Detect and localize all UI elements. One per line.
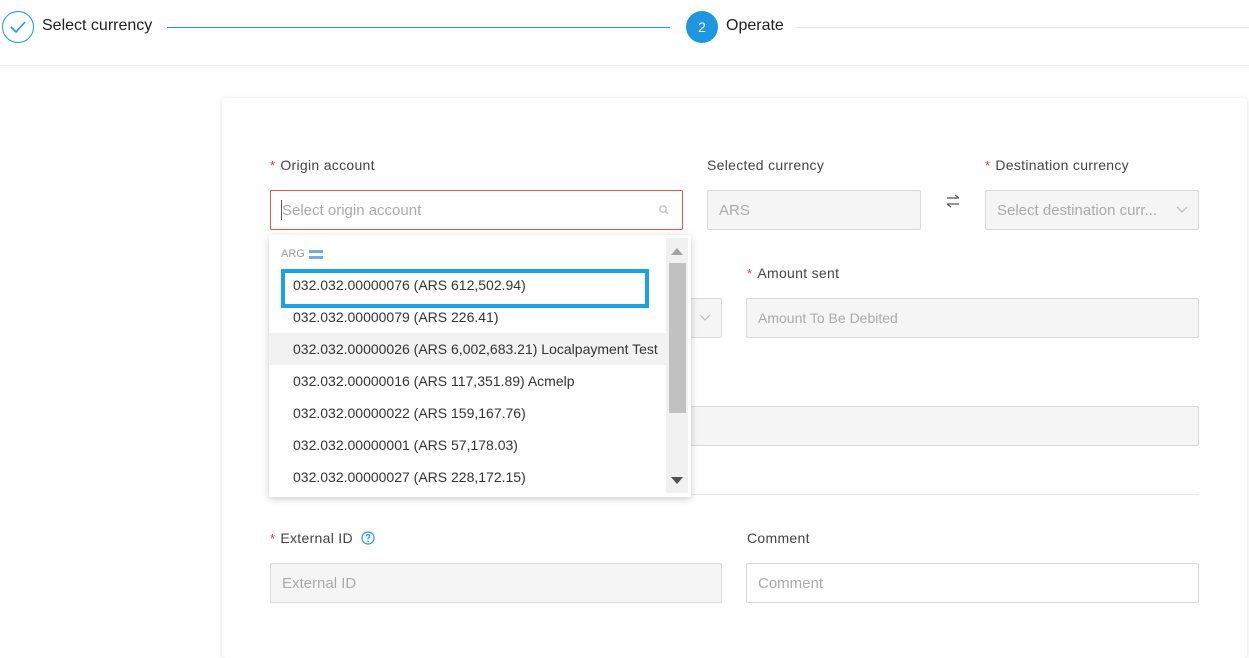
amount-sent-placeholder: Amount To Be Debited — [758, 310, 898, 326]
selected-currency-value: ARS — [719, 201, 750, 219]
dropdown-option[interactable]: 032.032.00000001 (ARS 57,178.03) — [269, 429, 666, 461]
required-mark: * — [747, 266, 753, 281]
origin-account-label-text: Origin account — [280, 157, 375, 173]
amount-sent-input[interactable]: Amount To Be Debited — [746, 298, 1199, 338]
selected-currency-field: ARS — [707, 190, 921, 230]
argentina-flag-icon — [308, 249, 323, 259]
step-select-currency-label[interactable]: Select currency — [42, 17, 152, 35]
dropdown-option-text: 032.032.00000022 (ARS 159,167.76) — [293, 405, 526, 421]
group-label: ARG — [281, 248, 323, 260]
dropdown-option[interactable]: 032.032.00000079 (ARS 226.41) — [269, 301, 666, 333]
step-trailing-line — [797, 27, 1249, 28]
external-id-placeholder: External ID — [282, 574, 357, 592]
dropdown-scrollbar[interactable] — [666, 238, 688, 493]
destination-currency-label-text: Destination currency — [995, 157, 1129, 173]
scroll-down-arrow-icon[interactable] — [671, 477, 683, 484]
text-cursor — [281, 200, 282, 220]
destination-currency-placeholder: Select destination curr... — [997, 201, 1158, 219]
required-mark: * — [270, 531, 276, 546]
help-icon[interactable] — [361, 531, 375, 545]
destination-currency-select[interactable]: Select destination curr... — [985, 190, 1199, 230]
selected-currency-label: Selected currency — [707, 157, 825, 173]
stepper: Select currency 2 Operate — [0, 0, 1249, 66]
dropdown-option-text: 032.032.00000027 (ARS 228,172.15) — [293, 469, 526, 485]
required-mark: * — [270, 158, 276, 173]
dropdown-option-text: 032.032.00000016 (ARS 117,351.89) Acmelp — [293, 373, 575, 389]
origin-account-placeholder: Select origin account — [282, 201, 422, 219]
comment-label: Comment — [747, 530, 810, 546]
origin-account-dropdown: ARG 032.032.00000076 (ARS 612,502.94) 03… — [269, 235, 691, 497]
search-icon — [659, 205, 669, 215]
dropdown-option-text: 032.032.00000076 (ARS 612,502.94) — [293, 277, 526, 293]
step-connector-line — [167, 27, 670, 28]
dropdown-option[interactable]: 032.032.00000076 (ARS 612,502.94) — [269, 269, 666, 308]
partially-hidden-input[interactable] — [670, 406, 1199, 446]
external-id-input[interactable]: External ID — [270, 563, 722, 603]
dropdown-option-text: 032.032.00000079 (ARS 226.41) — [293, 309, 499, 325]
scroll-up-arrow-icon[interactable] — [671, 248, 683, 255]
required-mark: * — [985, 158, 991, 173]
dropdown-option-text: 032.032.00000001 (ARS 57,178.03) — [293, 437, 518, 453]
dropdown-option[interactable]: 032.032.00000022 (ARS 159,167.76) — [269, 397, 666, 429]
external-id-label: * External ID — [270, 530, 353, 546]
scrollbar-thumb[interactable] — [669, 263, 686, 413]
chevron-down-icon — [1176, 206, 1188, 213]
amount-sent-label-text: Amount sent — [757, 265, 840, 281]
comment-placeholder: Comment — [758, 574, 824, 592]
step-completed-check-icon — [2, 11, 34, 43]
origin-account-select[interactable]: Select origin account — [270, 190, 683, 230]
dropdown-option[interactable]: 032.032.00000026 (ARS 6,002,683.21) Loca… — [269, 333, 666, 365]
external-id-label-text: External ID — [280, 530, 353, 546]
origin-account-label: * Origin account — [270, 157, 375, 173]
dropdown-option[interactable]: 032.032.00000027 (ARS 228,172.15) — [269, 461, 666, 493]
comment-input[interactable]: Comment — [746, 563, 1199, 603]
chevron-down-icon — [699, 314, 711, 321]
amount-sent-label: * Amount sent — [747, 265, 839, 281]
dropdown-option[interactable]: 032.032.00000016 (ARS 117,351.89) Acmelp — [269, 365, 666, 397]
step-operate-label: Operate — [726, 17, 784, 34]
step-number-badge: 2 — [686, 11, 718, 43]
group-label-text: ARG — [281, 248, 305, 260]
destination-currency-label: * Destination currency — [985, 157, 1129, 173]
dropdown-option-text: 032.032.00000026 (ARS 6,002,683.21) Loca… — [293, 341, 658, 357]
swap-icon[interactable] — [943, 192, 963, 210]
